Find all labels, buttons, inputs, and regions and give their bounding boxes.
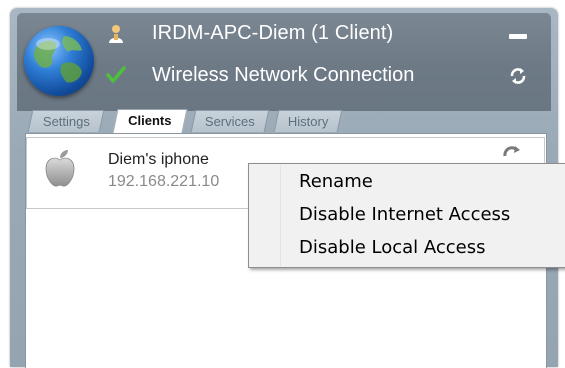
client-name: Diem's iphone (108, 151, 209, 168)
tab-settings[interactable]: Settings (27, 110, 105, 132)
menu-item-rename[interactable]: Rename (299, 171, 373, 192)
menu-item-disable-local-access[interactable]: Disable Local Access (299, 237, 486, 258)
check-icon (106, 66, 126, 83)
window-title: IRDM-APC-Diem (1 Client) (152, 22, 394, 44)
tab-services[interactable]: Services (190, 110, 270, 132)
user-icon (109, 25, 123, 43)
minimize-icon[interactable] (509, 34, 527, 39)
menu-item-disable-internet-access[interactable]: Disable Internet Access (299, 204, 510, 225)
globe-icon (24, 26, 94, 96)
client-ip: 192.168.221.10 (108, 173, 220, 190)
apple-icon (45, 150, 75, 187)
refresh-icon[interactable] (508, 66, 528, 86)
tab-history[interactable]: History (273, 110, 343, 132)
menu-gutter (250, 165, 281, 266)
tab-clients[interactable]: Clients (112, 109, 188, 133)
connection-name: Wireless Network Connection (152, 64, 415, 86)
